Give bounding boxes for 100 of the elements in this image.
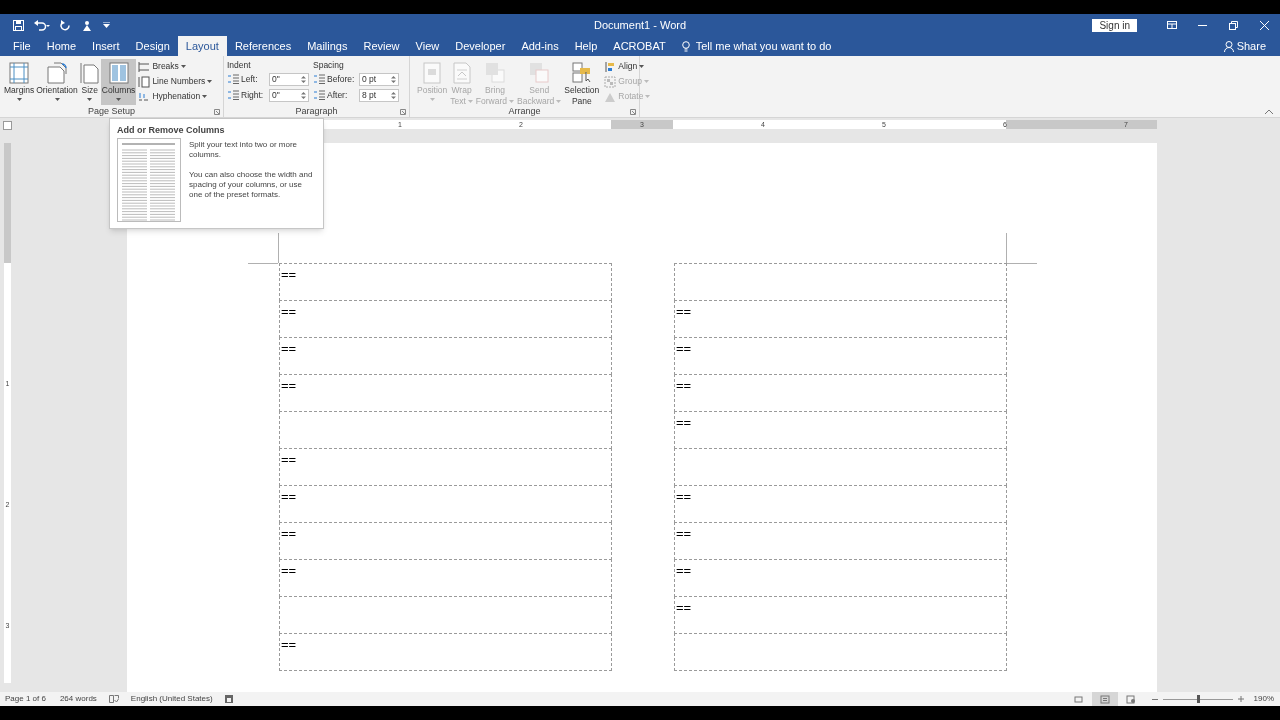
sign-in-button[interactable]: Sign in — [1092, 18, 1137, 32]
spin-arrows-icon — [301, 90, 306, 100]
dialog-launcher-icon[interactable] — [214, 108, 220, 115]
page-count[interactable]: Page 1 of 6 — [5, 693, 46, 705]
table-cell: == — [674, 485, 1007, 523]
table-cell: == — [279, 522, 612, 560]
spin-field[interactable]: 0" — [269, 88, 309, 102]
table-cell: == — [674, 300, 1007, 338]
section-label: Indent — [227, 59, 252, 71]
print-layout-icon — [1099, 694, 1110, 704]
table-cell: == — [674, 411, 1007, 449]
table-cell: == — [279, 374, 612, 412]
ribbon-tab[interactable]: Help — [566, 36, 606, 56]
undo-icon[interactable] — [34, 19, 50, 31]
dialog-launcher-icon[interactable] — [400, 108, 406, 115]
dialog-launcher-icon[interactable] — [630, 108, 636, 115]
spin-field[interactable]: 0 pt — [359, 72, 399, 86]
table-cell: == — [279, 263, 612, 301]
spin-arrows-icon — [391, 90, 396, 100]
columns-icon — [108, 62, 129, 84]
ribbon-tab[interactable]: Review — [355, 36, 408, 56]
table-cell: == — [279, 300, 612, 338]
ribbon-tab[interactable]: Insert — [84, 36, 128, 56]
zoom-in-icon[interactable] — [1237, 696, 1244, 702]
send-backward-icon — [529, 62, 550, 84]
ribbon-button[interactable]: Orientation — [35, 59, 79, 105]
spacing-icon — [313, 74, 325, 84]
person-icon — [1223, 40, 1234, 52]
indent-icon — [227, 74, 239, 84]
share-button[interactable]: Share — [1223, 36, 1266, 56]
field-label: After: — [327, 88, 349, 102]
zoom-slider-thumb[interactable] — [1196, 695, 1200, 703]
field-label: Before: — [327, 72, 356, 86]
macro-recording-icon[interactable] — [224, 695, 233, 703]
ribbon-button[interactable]: Margins — [3, 59, 36, 105]
ribbon-tab[interactable]: File — [5, 36, 39, 56]
hyphenation-icon — [138, 90, 151, 103]
table-cell: == — [674, 559, 1007, 597]
spin-arrows-icon — [301, 74, 306, 84]
minimize-icon — [1198, 24, 1207, 26]
redo-icon[interactable] — [60, 19, 71, 31]
table-cell: == — [279, 485, 612, 523]
ribbon-tab[interactable]: Developer — [447, 36, 514, 56]
ribbon-tab[interactable]: ACROBAT — [605, 36, 674, 56]
ribbon-button[interactable]: Hyphenation — [138, 89, 213, 104]
ribbon-tab[interactable]: Add-ins — [513, 36, 567, 56]
page-size-icon — [79, 62, 100, 84]
touch-mode-icon[interactable] — [81, 19, 93, 31]
ribbon-button[interactable]: Breaks — [138, 59, 213, 74]
position-icon — [422, 62, 443, 84]
wrap-text-icon — [451, 62, 472, 84]
tooltip-title: Add or Remove Columns — [117, 124, 226, 136]
caret-icon — [54, 98, 60, 101]
language-indicator[interactable]: English (United States) — [130, 693, 213, 705]
ribbon-button[interactable]: Line Numbers — [138, 74, 213, 89]
spin-field[interactable]: 0" — [269, 72, 309, 86]
ribbon-tab[interactable]: Layout — [177, 36, 227, 56]
field-label: Right: — [241, 88, 265, 102]
ribbon-button[interactable]: Selection Pane — [563, 59, 601, 105]
ribbon-tab[interactable]: References — [226, 36, 300, 56]
margins-icon — [9, 62, 30, 84]
ribbon-tab[interactable]: Design — [127, 36, 178, 56]
spin-field[interactable]: 8 pt — [359, 88, 399, 102]
web-layout-icon — [1125, 694, 1136, 704]
customize-toolbar-icon[interactable] — [103, 22, 110, 28]
ribbon-tab[interactable]: Home — [38, 36, 85, 56]
caret-icon — [87, 98, 93, 101]
ribbon-button[interactable]: Align — [604, 59, 651, 74]
section-label: Spacing — [313, 59, 345, 71]
lightbulb-icon — [681, 40, 690, 52]
caret-icon — [207, 80, 213, 83]
spin-arrows-icon — [391, 74, 396, 84]
caret-icon — [556, 99, 562, 103]
caret-icon — [16, 98, 22, 101]
group-icon — [604, 75, 617, 88]
caret-icon — [116, 98, 122, 101]
tab-selector[interactable] — [3, 121, 12, 130]
proofing-icon[interactable] — [108, 695, 119, 703]
ribbon-button[interactable]: Size — [78, 59, 101, 105]
ribbon-display-icon — [1167, 21, 1177, 29]
tell-me-search[interactable]: Tell me what you want to do — [695, 37, 832, 55]
view-button[interactable] — [1091, 692, 1118, 706]
ribbon-tab[interactable]: Mailings — [299, 36, 356, 56]
indent-icon — [227, 90, 239, 100]
zoom-slider[interactable] — [1162, 694, 1233, 704]
group-label: Page Setup — [87, 106, 135, 117]
table-cell: == — [279, 337, 612, 375]
caret-icon — [645, 95, 651, 98]
close-icon — [1260, 20, 1269, 30]
table-cell: == — [674, 337, 1007, 375]
orientation-icon — [47, 62, 68, 84]
ribbon-tab[interactable]: View — [407, 36, 448, 56]
caret-icon — [202, 95, 208, 98]
word-count[interactable]: 264 words — [59, 693, 97, 705]
table-cell: == — [674, 522, 1007, 560]
zoom-level[interactable]: 190% — [1253, 693, 1274, 705]
selection-pane-icon — [571, 62, 592, 84]
save-icon[interactable] — [13, 19, 24, 31]
ribbon-button[interactable]: Columns — [100, 59, 137, 105]
collapse-ribbon-icon[interactable] — [1265, 109, 1273, 114]
